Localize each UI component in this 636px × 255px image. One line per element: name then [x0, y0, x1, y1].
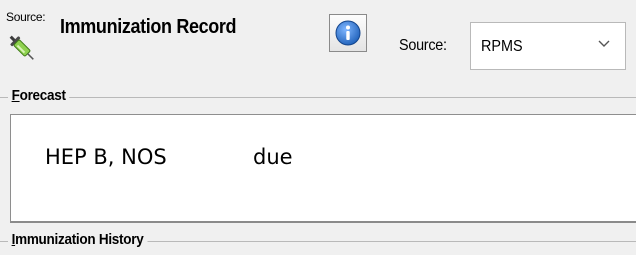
forecast-group-line [0, 97, 636, 98]
source-select[interactable]: RPMS [470, 22, 626, 70]
source-label: Source: [399, 37, 447, 54]
source-tag: Source: [6, 10, 46, 24]
chevron-down-icon [598, 40, 610, 47]
syringe-icon [9, 35, 34, 60]
forecast-status: due [253, 145, 293, 169]
source-select-value: RPMS [481, 38, 523, 55]
forecast-panel: HEP B, NOS due [10, 114, 636, 223]
forecast-item[interactable]: HEP B, NOS due [45, 145, 293, 169]
forecast-accel-key: F [11, 87, 20, 104]
history-group-label: Immunization History [8, 231, 148, 248]
forecast-label-text: orecast [19, 87, 66, 104]
page-title: Immunization Record [60, 16, 237, 38]
history-label-text: mmunization History [15, 231, 144, 248]
info-button[interactable] [329, 14, 367, 52]
forecast-group-label: Forecast [8, 87, 70, 104]
info-icon [335, 20, 361, 46]
forecast-vaccine: HEP B, NOS [45, 145, 167, 169]
